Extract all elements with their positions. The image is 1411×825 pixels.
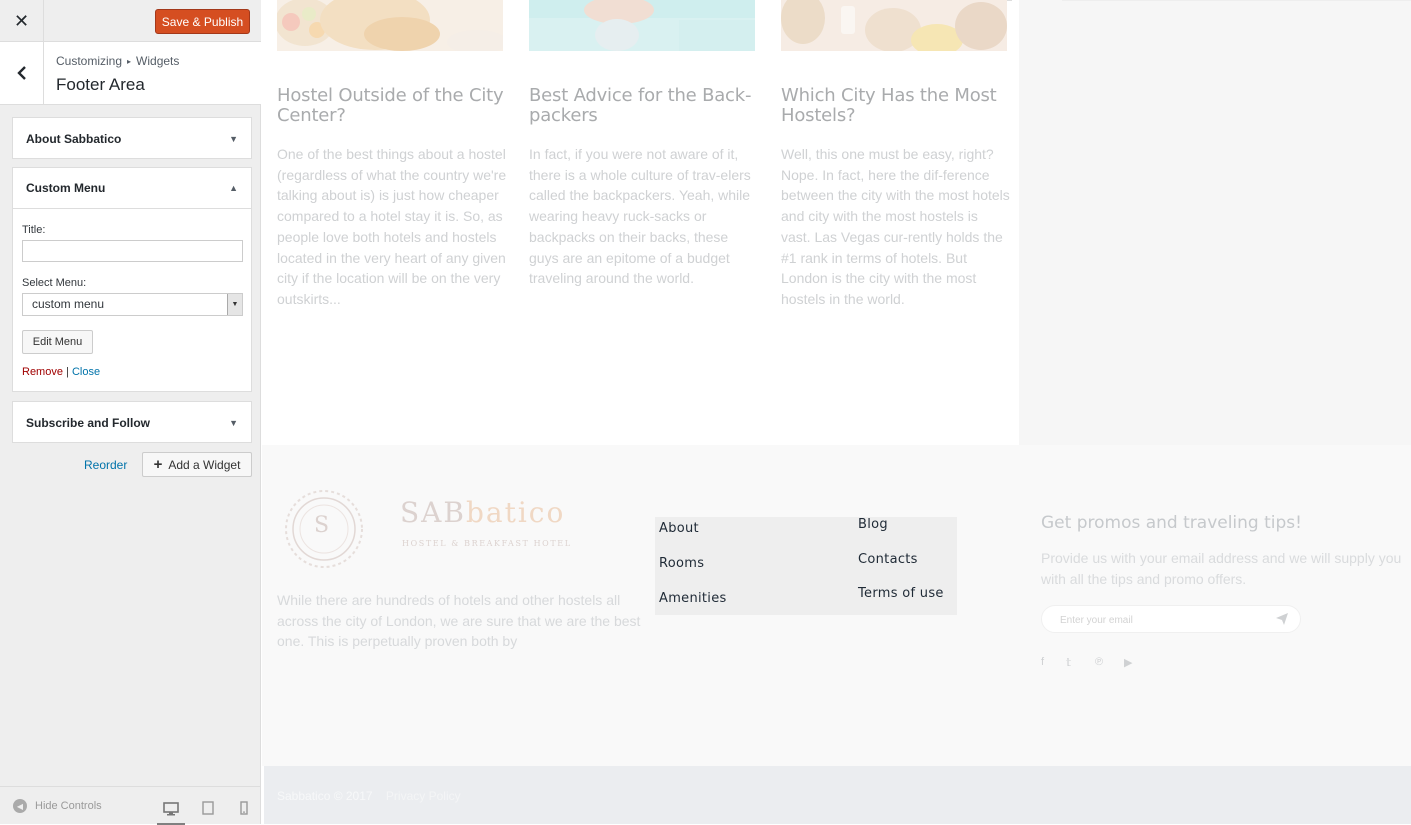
site-preview: Hostel Outside of the City Center? One o…: [262, 0, 1411, 824]
section-header: Customizing ▸ Widgets Footer Area: [0, 42, 261, 105]
add-widget-label: Add a Widget: [168, 457, 241, 472]
newsletter-text: Provide us with your email address and w…: [1041, 550, 1402, 587]
widget-header[interactable]: Subscribe and Follow ▼: [13, 402, 251, 444]
post-thumbnail-friends[interactable]: [781, 0, 1007, 51]
logo-initial: S: [314, 513, 330, 538]
widget-subscribe-and-follow: Subscribe and Follow ▼: [12, 401, 252, 443]
facebook-icon[interactable]: f: [1041, 656, 1044, 668]
edit-menu-button[interactable]: Edit Menu: [22, 330, 93, 354]
remove-widget-link[interactable]: Remove: [22, 366, 63, 378]
logo-word-a: SAB: [400, 496, 466, 529]
logo-wordmark: SABbatico: [400, 496, 565, 529]
widget-title: About Sabbatico: [26, 132, 122, 146]
post-title[interactable]: Which City Has the Most Hostels?: [781, 86, 1009, 126]
customizer-header: ✕ Save & Publish: [0, 0, 261, 42]
menu-link-blog[interactable]: Blog: [858, 517, 888, 532]
food-image: [277, 0, 503, 51]
menu-link-amenities[interactable]: Amenities: [659, 591, 727, 606]
breadcrumb-child: Widgets: [136, 54, 180, 68]
select-menu-label: Select Menu:: [22, 277, 87, 289]
back-button[interactable]: [0, 42, 44, 104]
customizer-sidebar: ✕ Save & Publish Customizing ▸ Widgets Foo…: [0, 0, 261, 825]
caret-down-icon[interactable]: ▼: [229, 134, 238, 144]
plus-icon: +: [153, 456, 163, 473]
mobile-icon: [240, 801, 248, 815]
widget-custom-menu: Custom Menu ▲ Title: Select Menu: custom…: [12, 167, 252, 392]
widget-header[interactable]: About Sabbatico ▼: [13, 118, 251, 160]
close-icon: ✕: [13, 10, 30, 31]
site-logo[interactable]: S SABbatico HOSTEL & BREAKFAST HOTEL: [282, 488, 570, 570]
newsletter-form: [1041, 605, 1301, 633]
customizer-footer: ◀ Hide Controls: [0, 786, 261, 825]
post-excerpt: Well, this one must be easy, right? Nope…: [781, 146, 1010, 307]
section-title: Footer Area: [56, 75, 145, 94]
sidebar-area: [1019, 0, 1411, 445]
copyright-text: Sabbatico © 2017: [277, 789, 373, 803]
breadcrumb-separator-icon: ▸: [127, 57, 132, 66]
reorder-link[interactable]: Reorder: [84, 458, 127, 472]
post-title[interactable]: Best Advice for the Back-packers: [529, 86, 757, 126]
preview-mobile-button[interactable]: [230, 795, 258, 821]
privacy-policy-link[interactable]: Privacy Policy: [386, 789, 461, 803]
preview-desktop-button[interactable]: [157, 795, 185, 825]
tablet-icon: [202, 801, 214, 815]
menu-link-rooms[interactable]: Rooms: [659, 556, 704, 571]
hide-controls-button[interactable]: ◀ Hide Controls: [13, 799, 102, 813]
menu-select[interactable]: custom menu ▼: [22, 293, 243, 316]
link-separator: |: [66, 366, 69, 378]
title-field[interactable]: [22, 240, 243, 262]
post-thumbnail-pool[interactable]: [529, 0, 755, 51]
collapse-arrow-icon: ◀: [13, 799, 27, 813]
send-icon[interactable]: [1276, 613, 1288, 625]
preview-tablet-button[interactable]: [194, 795, 222, 821]
breadcrumb: Customizing ▸ Widgets: [56, 54, 179, 68]
youtube-icon[interactable]: ▶: [1124, 656, 1132, 669]
caret-up-icon[interactable]: ▲: [229, 183, 238, 193]
widget-about-sabbatico: About Sabbatico ▼: [12, 117, 252, 159]
close-widget-link[interactable]: Close: [72, 366, 100, 378]
copyright-line: Sabbatico © 2017 Privacy Policy: [277, 789, 471, 803]
pinterest-icon[interactable]: ℗: [1095, 656, 1103, 668]
email-input[interactable]: [1058, 611, 1262, 629]
logo-tagline: HOSTEL & BREAKFAST HOTEL: [402, 539, 572, 548]
caret-down-icon[interactable]: ▼: [229, 418, 238, 428]
breadcrumb-root: Customizing: [56, 54, 123, 68]
footer-about-text: While there are hundreds of hotels and o…: [277, 592, 641, 650]
newsletter-title: Get promos and traveling tips!: [1041, 513, 1302, 533]
widget-title: Subscribe and Follow: [26, 416, 151, 430]
widget-header[interactable]: Custom Menu ▲: [13, 168, 251, 209]
title-field-label: Title:: [22, 224, 46, 236]
post-excerpt: In fact, if you were not aware of it, th…: [529, 146, 751, 287]
save-publish-button[interactable]: Save & Publish: [155, 9, 250, 34]
hide-controls-label: Hide Controls: [35, 800, 102, 812]
add-widget-button[interactable]: + Add a Widget: [142, 452, 252, 477]
post-excerpt: One of the best things about a hostel (r…: [277, 146, 507, 307]
friends-image: [781, 0, 1007, 51]
post-thumbnail-food[interactable]: [277, 0, 503, 51]
twitter-icon[interactable]: 𝕥: [1066, 656, 1071, 669]
widget-title: Custom Menu: [26, 181, 106, 195]
chevron-left-icon: [16, 66, 26, 80]
widget-actions: Remove | Close: [22, 366, 100, 378]
desktop-icon: [163, 802, 179, 816]
post-title[interactable]: Hostel Outside of the City Center?: [277, 86, 505, 126]
pool-image: [529, 0, 755, 51]
select-dropdown-icon[interactable]: ▼: [227, 294, 242, 315]
menu-select-value: custom menu: [32, 297, 105, 311]
menu-link-about[interactable]: About: [659, 521, 699, 536]
divider: [1062, 0, 1411, 1]
close-customizer-button[interactable]: ✕: [0, 0, 44, 42]
footer-custom-menu: About Rooms Amenities Blog Contacts Term…: [655, 517, 957, 615]
menu-link-terms[interactable]: Terms of use: [858, 586, 944, 601]
logo-word-b: batico: [465, 496, 566, 529]
menu-link-contacts[interactable]: Contacts: [858, 552, 918, 567]
